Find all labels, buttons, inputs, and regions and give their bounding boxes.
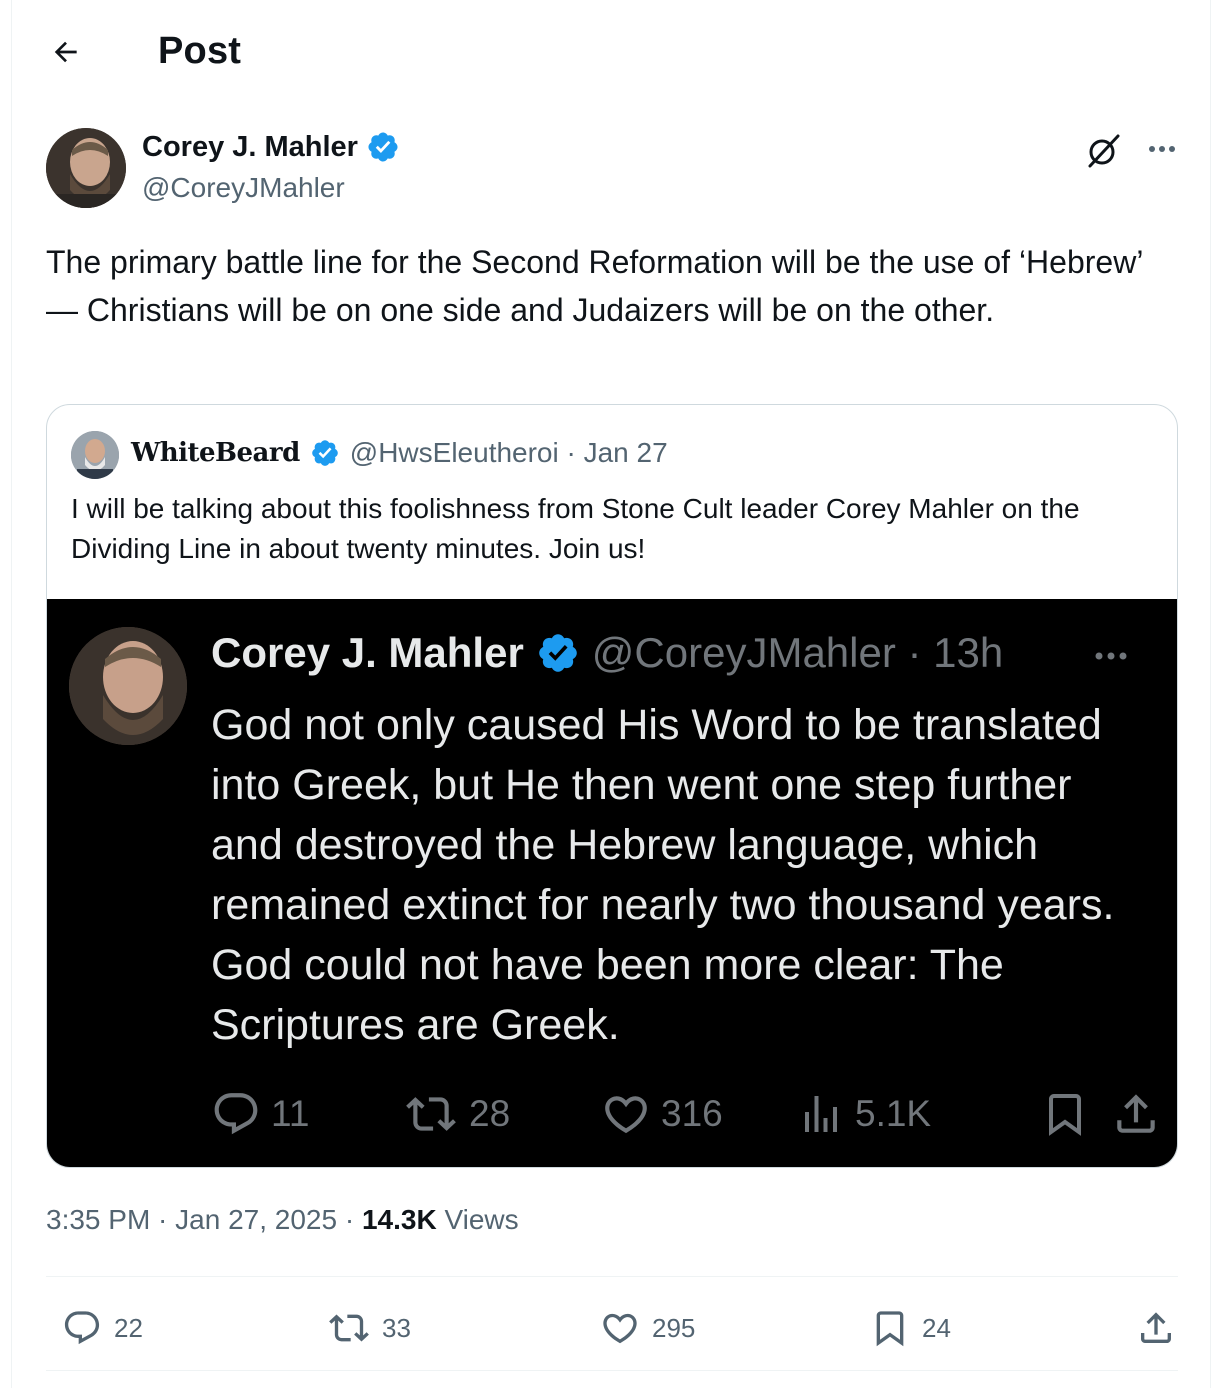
quoted-author-avatar [71, 431, 119, 479]
like-button[interactable]: 295 [600, 1308, 695, 1348]
screenshot-like: 316 [601, 1089, 723, 1139]
screenshot-repost-count: 28 [469, 1093, 511, 1134]
verified-badge-icon [311, 440, 338, 466]
screenshot-views-count: 5.1K [855, 1093, 932, 1134]
screenshot-share [1111, 1089, 1161, 1139]
views-count: 14.3K [361, 1204, 437, 1235]
quoted-post-text: I will be talking about this foolishness… [71, 493, 1080, 564]
screenshot-reply-count: 11 [271, 1093, 310, 1134]
author-name[interactable]: Corey J. Mahler [142, 130, 400, 164]
divider [46, 1370, 1178, 1371]
post-detail-page: Post Corey J. Mahler @CoreyJMahler The p… [11, 0, 1211, 1388]
post-date-time: 3:35 PM · Jan 27, 2025 · [46, 1204, 362, 1235]
more-options-icon[interactable] [1142, 130, 1182, 170]
post-action-bar: 22 33 295 24 [46, 1290, 1178, 1364]
screenshot-handle-time: @CoreyJMahler · 13h [591, 629, 1004, 676]
share-button[interactable] [1136, 1308, 1176, 1348]
verified-badge-icon [539, 634, 577, 672]
reply-button[interactable]: 22 [62, 1308, 143, 1348]
quoted-image[interactable]: Corey J. Mahler @CoreyJMahler · 13h God … [47, 599, 1177, 1167]
screenshot-post-text: God not only caused His Word to be trans… [211, 701, 1115, 1049]
quoted-post[interactable]: WhiteBeard @HwsEleutheroi · Jan 27 I wil… [46, 404, 1178, 1168]
like-count: 295 [652, 1312, 696, 1343]
divider [46, 1276, 1178, 1277]
screenshot-author-avatar [69, 627, 187, 745]
screenshot-repost: 28 [403, 1089, 510, 1139]
share-icon [1141, 1312, 1171, 1343]
heart-icon [605, 1096, 647, 1134]
heart-icon [603, 1313, 637, 1344]
post-body-text: The primary battle line for the Second R… [46, 244, 1143, 328]
screenshot-header: Corey J. Mahler @CoreyJMahler · 13h [211, 629, 1003, 677]
reply-icon [64, 1311, 100, 1345]
quoted-handle-date: @HwsEleutheroi · Jan 27 [349, 437, 668, 468]
views-chart-icon [805, 1096, 837, 1132]
page-header: Post [12, 0, 1212, 106]
screenshot-views: 5.1K [797, 1089, 931, 1139]
bookmark-icon [876, 1311, 904, 1347]
reply-icon [214, 1093, 258, 1135]
repost-icon [329, 1314, 369, 1342]
bookmark-count: 24 [922, 1312, 951, 1343]
verified-badge-icon [368, 132, 398, 162]
screenshot-bookmark [1041, 1089, 1089, 1139]
repost-count: 33 [382, 1312, 411, 1343]
author-name-text: Corey J. Mahler [142, 130, 358, 163]
quoted-author-name: WhiteBeard [131, 438, 300, 468]
page-title: Post [158, 30, 242, 72]
screenshot-reply: 11 [211, 1089, 309, 1139]
quoted-post-header: WhiteBeard @HwsEleutheroi · Jan 27 [131, 437, 668, 469]
views-label: Views [436, 1204, 519, 1235]
screenshot-action-bar: 11 28 316 5.1K [211, 1089, 1155, 1149]
repost-button[interactable]: 33 [328, 1308, 411, 1348]
more-options-icon [1087, 641, 1135, 671]
share-icon [1117, 1094, 1155, 1133]
bookmark-button[interactable]: 24 [870, 1308, 951, 1348]
author-avatar[interactable] [46, 128, 126, 208]
back-button[interactable] [46, 32, 86, 72]
author-handle[interactable]: @CoreyJMahler [142, 172, 345, 204]
grok-icon[interactable] [1084, 130, 1124, 170]
screenshot-like-count: 316 [661, 1093, 723, 1134]
repost-icon [406, 1097, 456, 1131]
bookmark-icon [1049, 1094, 1081, 1136]
reply-count: 22 [114, 1312, 143, 1343]
screenshot-author-name: Corey J. Mahler [211, 629, 524, 676]
arrow-left-icon [54, 41, 77, 63]
post-timestamp: 3:35 PM · Jan 27, 2025 · 14.3K Views [46, 1204, 519, 1236]
